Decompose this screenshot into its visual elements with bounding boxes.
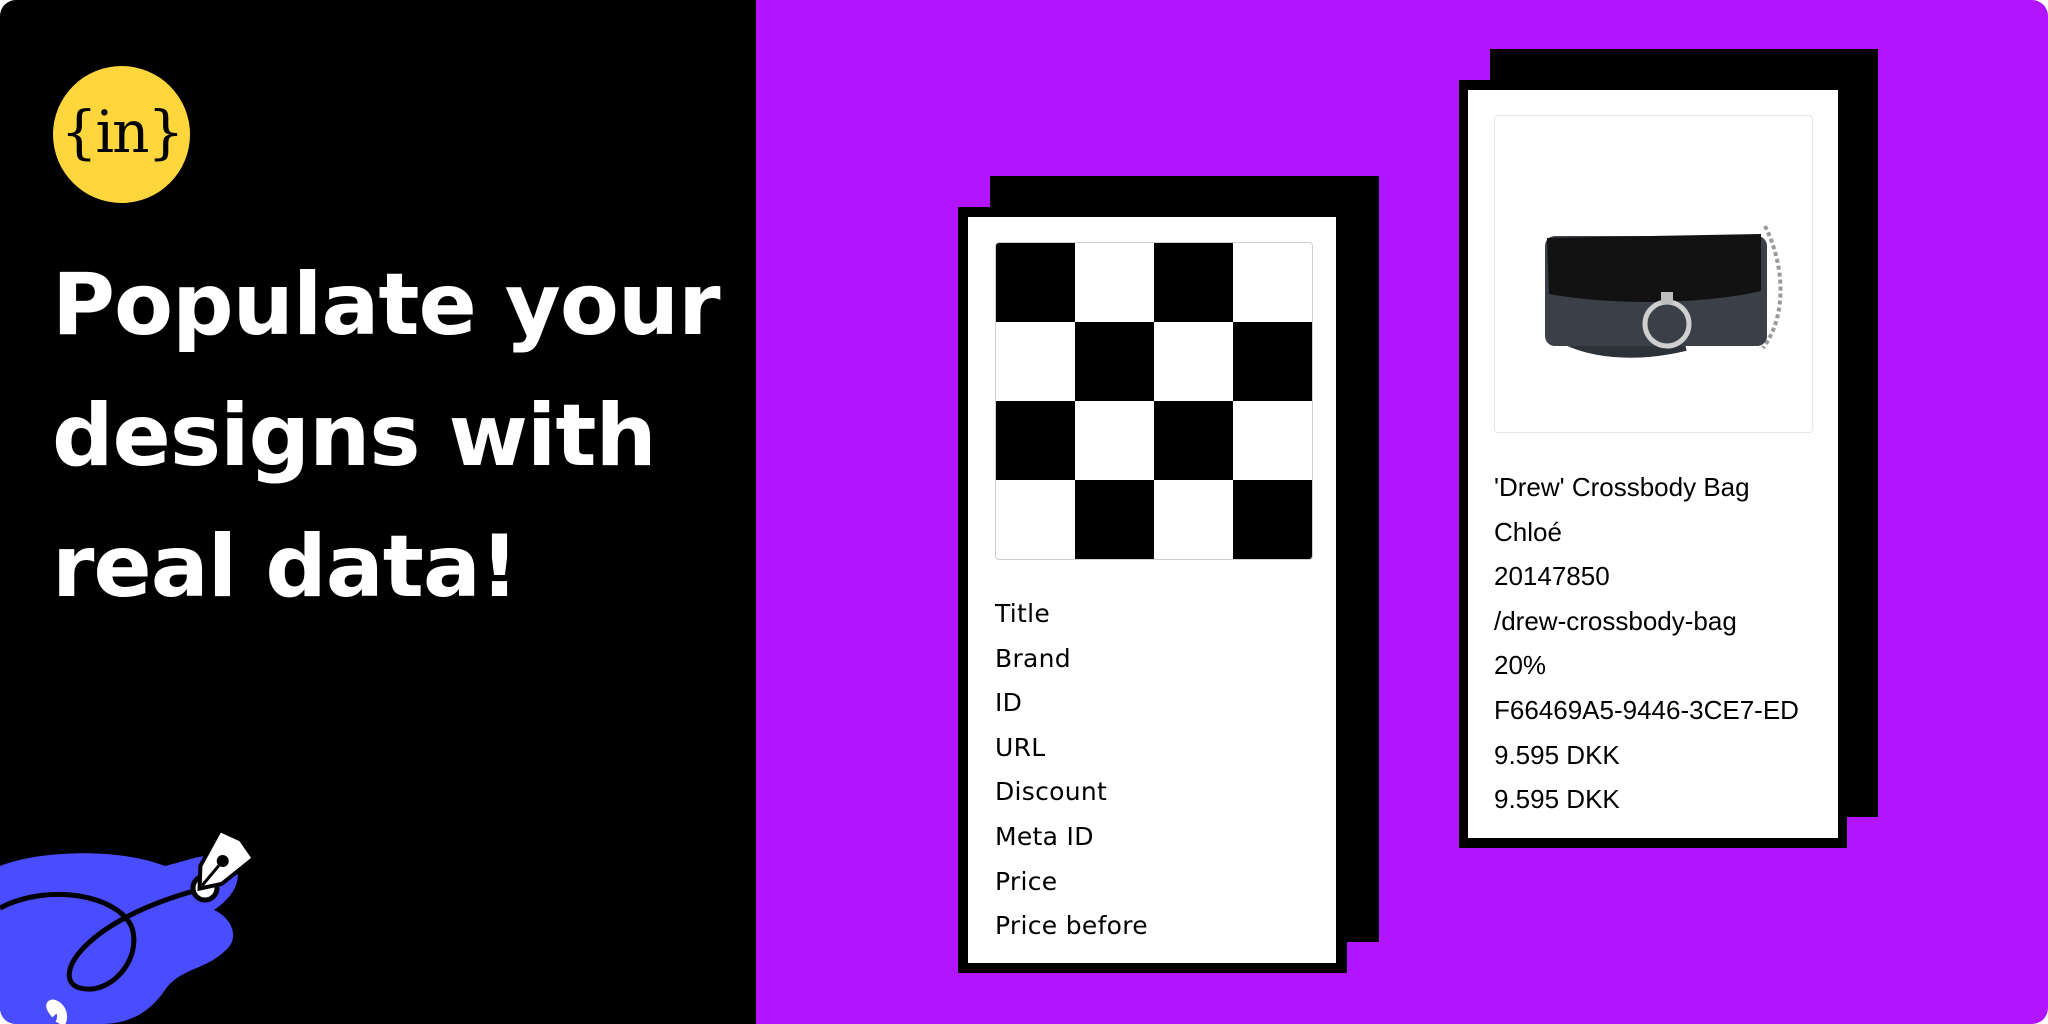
field-label: Discount <box>995 777 1108 807</box>
field-label: Brand <box>995 643 1071 673</box>
brand-logo: {in} <box>53 66 190 203</box>
headline-line-1: Populate your <box>52 255 721 355</box>
data-value: Chloé <box>1494 516 1562 547</box>
product-image <box>1494 115 1813 433</box>
data-value: 9.595 DKK <box>1494 739 1620 770</box>
checkerboard-icon <box>996 243 1312 559</box>
left-panel: {in} Populate your designs with real dat… <box>0 0 756 1024</box>
data-value-list: 'Drew' Crossbody Bag Chloé 20147850 /dre… <box>1494 465 1799 822</box>
field-label: Price before <box>995 911 1148 941</box>
field-label: Price <box>995 866 1058 896</box>
banner: {in} Populate your designs with real dat… <box>0 0 2048 1024</box>
data-value: F66469A5-9446-3CE7-ED <box>1494 694 1799 725</box>
headline: Populate your designs with real data! <box>52 240 732 633</box>
data-value: 9.595 DKK <box>1494 784 1620 815</box>
field-label: URL <box>995 732 1046 762</box>
image-placeholder <box>995 242 1313 560</box>
field-label: Meta ID <box>995 821 1094 851</box>
crossbody-bag-icon <box>1545 225 1783 358</box>
field-label: ID <box>995 688 1023 718</box>
headline-line-3: real data! <box>52 517 519 617</box>
data-value: 20147850 <box>1494 561 1610 592</box>
template-field-list: Title Brand ID URL Discount Meta ID Pric… <box>995 592 1148 949</box>
data-value: /drew-crossbody-bag <box>1494 605 1737 636</box>
logo-text: {in} <box>60 97 185 166</box>
field-label: Title <box>995 599 1051 628</box>
headline-line-2: designs with <box>52 386 657 486</box>
data-value: 20% <box>1494 650 1547 681</box>
data-value: 'Drew' Crossbody Bag <box>1494 472 1750 502</box>
pen-tool-illustration <box>0 827 257 1024</box>
